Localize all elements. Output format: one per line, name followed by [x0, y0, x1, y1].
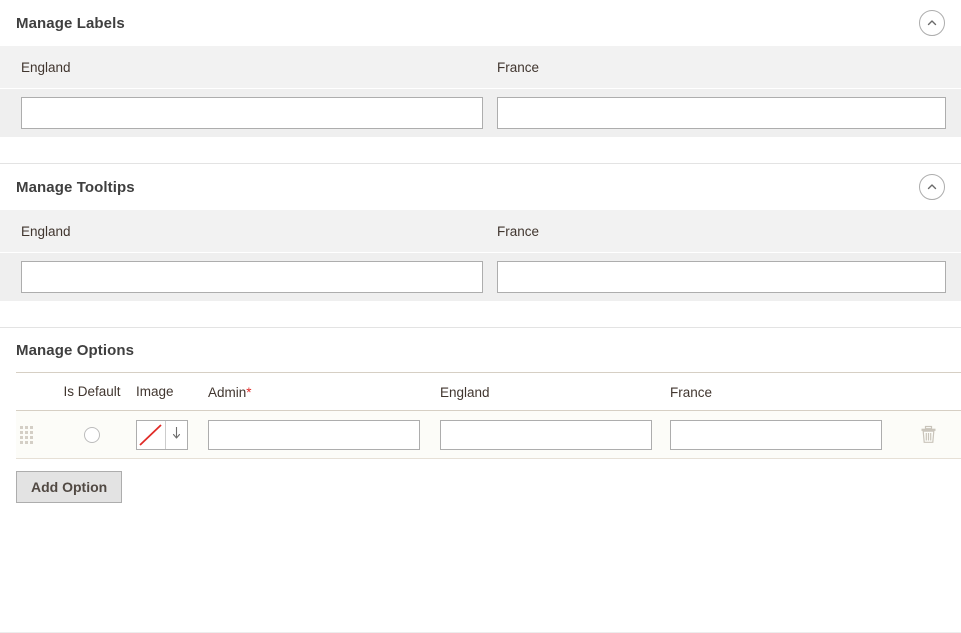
- labels-france-input[interactable]: [497, 97, 946, 129]
- add-option-wrapper: Add Option: [0, 459, 961, 503]
- option-image-dropdown-button[interactable]: [166, 421, 187, 449]
- labels-column-header-england: England: [0, 60, 476, 75]
- manage-options-title: Manage Options: [16, 343, 134, 358]
- chevron-up-circle-icon: [925, 16, 939, 30]
- chevron-up-circle-icon: [925, 180, 939, 194]
- labels-locale-table: England France: [0, 46, 961, 137]
- manage-tooltips-header: Manage Tooltips: [0, 164, 961, 210]
- manage-labels-title: Manage Labels: [16, 16, 125, 31]
- option-image-uploader[interactable]: [136, 420, 188, 450]
- options-column-header-is-default: Is Default: [63, 384, 120, 399]
- option-england-input[interactable]: [440, 420, 652, 450]
- manage-labels-section: Manage Labels England France: [0, 0, 961, 164]
- labels-table-row: [0, 89, 961, 137]
- manage-labels-header: Manage Labels: [0, 0, 961, 46]
- labels-column-header-france: France: [476, 60, 961, 75]
- tooltips-locale-table: England France: [0, 210, 961, 301]
- manage-tooltips-section: Manage Tooltips England France: [0, 164, 961, 328]
- options-table: Is Default Image Admin* England France: [0, 373, 961, 459]
- tooltips-table-header-row: England France: [0, 210, 961, 253]
- labels-section-spacer: [0, 137, 961, 163]
- manage-options-section: Manage Options Is Default Image Admin* E…: [0, 328, 961, 503]
- delete-option-button[interactable]: [920, 425, 937, 444]
- no-image-icon: [137, 421, 166, 449]
- tooltips-column-header-england: England: [0, 224, 476, 239]
- options-column-header-admin: Admin: [208, 385, 246, 400]
- labels-england-input[interactable]: [21, 97, 483, 129]
- labels-cell-france: [476, 97, 961, 129]
- option-france-input[interactable]: [670, 420, 882, 450]
- manage-labels-collapse-toggle[interactable]: [919, 10, 945, 36]
- trash-icon: [920, 432, 937, 447]
- tooltips-section-spacer: [0, 301, 961, 327]
- tooltips-column-header-france: France: [476, 224, 961, 239]
- options-column-header-image: Image: [136, 384, 174, 399]
- labels-cell-england: [0, 97, 476, 129]
- tooltips-cell-france: [476, 261, 961, 293]
- tooltips-england-input[interactable]: [21, 261, 483, 293]
- tooltips-cell-england: [0, 261, 476, 293]
- options-table-header-row: Is Default Image Admin* England France: [16, 373, 961, 411]
- options-column-header-france: France: [670, 385, 712, 400]
- manage-options-header: Manage Options: [0, 328, 961, 372]
- required-asterisk: *: [246, 385, 251, 400]
- drag-handle-icon[interactable]: [20, 426, 33, 443]
- options-column-header-england: England: [440, 385, 490, 400]
- manage-attribute-options-page: Manage Labels England France: [0, 0, 961, 633]
- is-default-radio[interactable]: [84, 427, 100, 443]
- tooltips-france-input[interactable]: [497, 261, 946, 293]
- manage-tooltips-collapse-toggle[interactable]: [919, 174, 945, 200]
- add-option-button[interactable]: Add Option: [16, 471, 122, 503]
- manage-tooltips-title: Manage Tooltips: [16, 180, 135, 195]
- tooltips-table-row: [0, 253, 961, 301]
- option-admin-input[interactable]: [208, 420, 420, 450]
- arrow-down-icon: [171, 425, 182, 444]
- labels-table-header-row: England France: [0, 46, 961, 89]
- table-row: [16, 411, 961, 459]
